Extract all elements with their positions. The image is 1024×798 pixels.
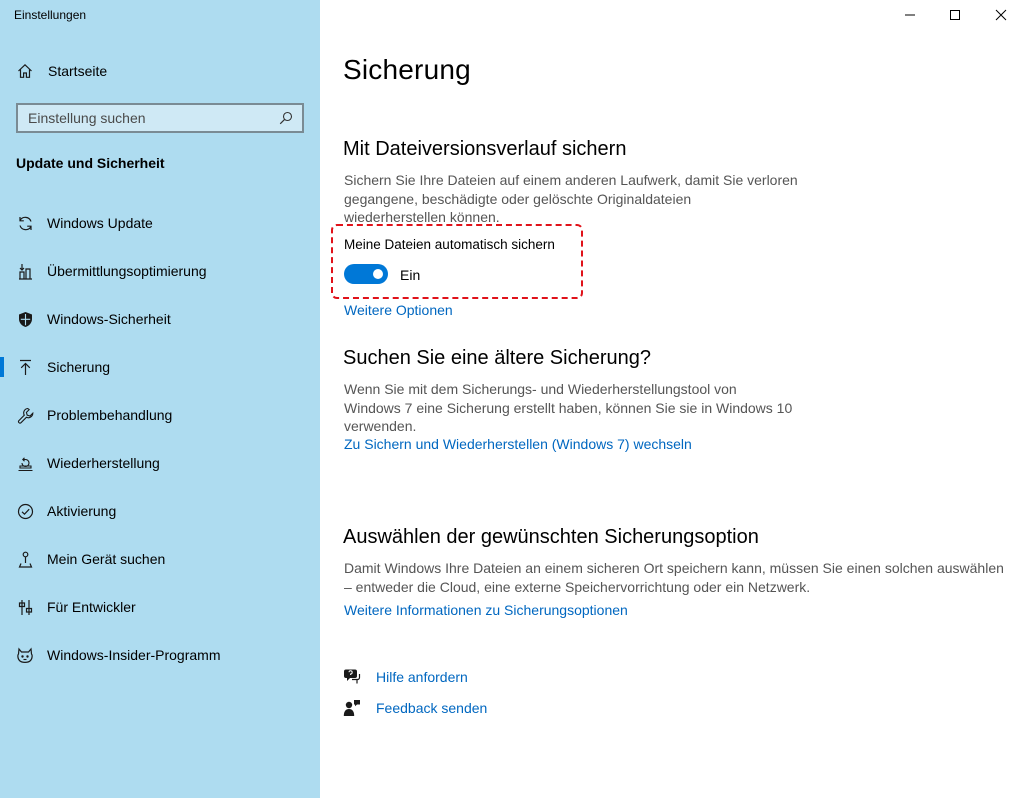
recovery-icon [16,454,34,472]
home-label: Startseite [48,63,108,79]
sidebar-item-label: Wiederherstellung [47,455,160,471]
description-line: verwenden. [344,418,417,434]
more-options-link[interactable]: Weitere Optionen [344,302,453,318]
sidebar-nav: Windows Update Übermittlungsoptimierung … [0,199,320,679]
get-help-link[interactable]: Hilfe anfordern [343,668,468,686]
description-line: Sichern Sie Ihre Dateien auf einem ander… [344,172,798,188]
app-title: Einstellungen [14,8,87,22]
sidebar-item-label: Sicherung [47,359,111,375]
sidebar-item-label: Problembehandlung [47,407,173,423]
auto-backup-label: Meine Dateien automatisch sichern [344,237,555,252]
sidebar-item-find-device[interactable]: Mein Gerät suchen [0,535,320,583]
check-circle-icon [16,502,34,520]
home-link[interactable]: Startseite [16,60,107,82]
send-feedback-link[interactable]: Feedback senden [343,699,487,717]
toggle-knob [373,269,383,279]
shield-icon [16,310,34,328]
maximize-button[interactable] [932,0,978,30]
sidebar-item-windows-security[interactable]: Windows-Sicherheit [0,295,320,343]
backup-option-heading: Auswählen der gewünschten Sicherungsopti… [343,526,759,548]
description-line: gegangene, beschädigte oder gelöschte Or… [344,190,692,207]
older-backup-heading: Suchen Sie eine ältere Sicherung? [343,347,651,369]
sidebar-item-troubleshoot[interactable]: Problembehandlung [0,391,320,439]
description-line: – entweder die Cloud, eine externe Speic… [344,578,811,595]
sidebar-item-developers[interactable]: Für Entwickler [0,583,320,631]
feedback-icon [343,699,361,717]
section-title: Update und Sicherheit [16,155,165,171]
sidebar-item-recovery[interactable]: Wiederherstellung [0,439,320,487]
developer-icon [16,598,34,616]
close-button[interactable] [978,0,1024,30]
home-icon [16,62,34,80]
older-backup-description: Wenn Sie mit dem Sicherungs- und Wiederh… [344,380,792,436]
sidebar-item-label: Aktivierung [47,503,117,519]
file-history-heading: Mit Dateiversionsverlauf sichern [343,138,627,160]
search-input[interactable] [28,110,278,126]
refresh-icon [16,214,34,232]
backup-options-info-link[interactable]: Weitere Informationen zu Sicherungsoptio… [344,602,628,618]
sidebar-item-activation[interactable]: Aktivierung [0,487,320,535]
sidebar-item-label: Mein Gerät suchen [47,551,166,567]
close-icon [995,9,1007,21]
delivery-optimization-icon [16,262,34,280]
sidebar-item-windows-update[interactable]: Windows Update [0,199,320,247]
description-line: Wenn Sie mit dem Sicherungs- und Wiederh… [344,381,737,397]
search-box[interactable] [16,103,304,133]
auto-backup-toggle[interactable] [344,264,388,284]
highlight-box [331,224,583,299]
backup-arrow-icon [16,358,34,376]
backup-option-description: Damit Windows Ihre Dateien an einem sich… [344,559,1004,596]
sidebar: Einstellungen Startseite Update und Sich… [0,0,320,798]
sidebar-item-label: Windows Update [47,215,153,231]
minimize-icon [905,14,915,16]
sidebar-item-label: Übermittlungsoptimierung [47,263,207,279]
page-title: Sicherung [343,54,471,85]
find-device-icon [16,550,34,568]
sidebar-item-label: Windows-Sicherheit [47,311,171,327]
selection-indicator [0,357,4,377]
description-line: Damit Windows Ihre Dateien an einem sich… [344,560,1004,576]
send-feedback-label: Feedback senden [376,700,488,716]
search-icon[interactable] [278,110,294,126]
sidebar-item-backup[interactable]: Sicherung [0,343,320,391]
toggle-state-label: Ein [400,267,421,283]
description-line: Windows 7 eine Sicherung erstellt haben,… [344,399,793,416]
sidebar-item-insider[interactable]: Windows-Insider-Programm [0,631,320,679]
sidebar-item-label: Für Entwickler [47,599,136,615]
insider-icon [16,646,34,664]
file-history-description: Sichern Sie Ihre Dateien auf einem ander… [344,171,798,227]
maximize-icon [950,10,960,20]
backup-restore-win7-link[interactable]: Zu Sichern und Wiederherstellen (Windows… [344,436,692,452]
minimize-button[interactable] [887,0,933,30]
get-help-label: Hilfe anfordern [376,669,468,685]
sidebar-item-delivery-optimization[interactable]: Übermittlungsoptimierung [0,247,320,295]
help-chat-icon [343,668,361,686]
wrench-icon [16,406,34,424]
sidebar-item-label: Windows-Insider-Programm [47,647,221,663]
